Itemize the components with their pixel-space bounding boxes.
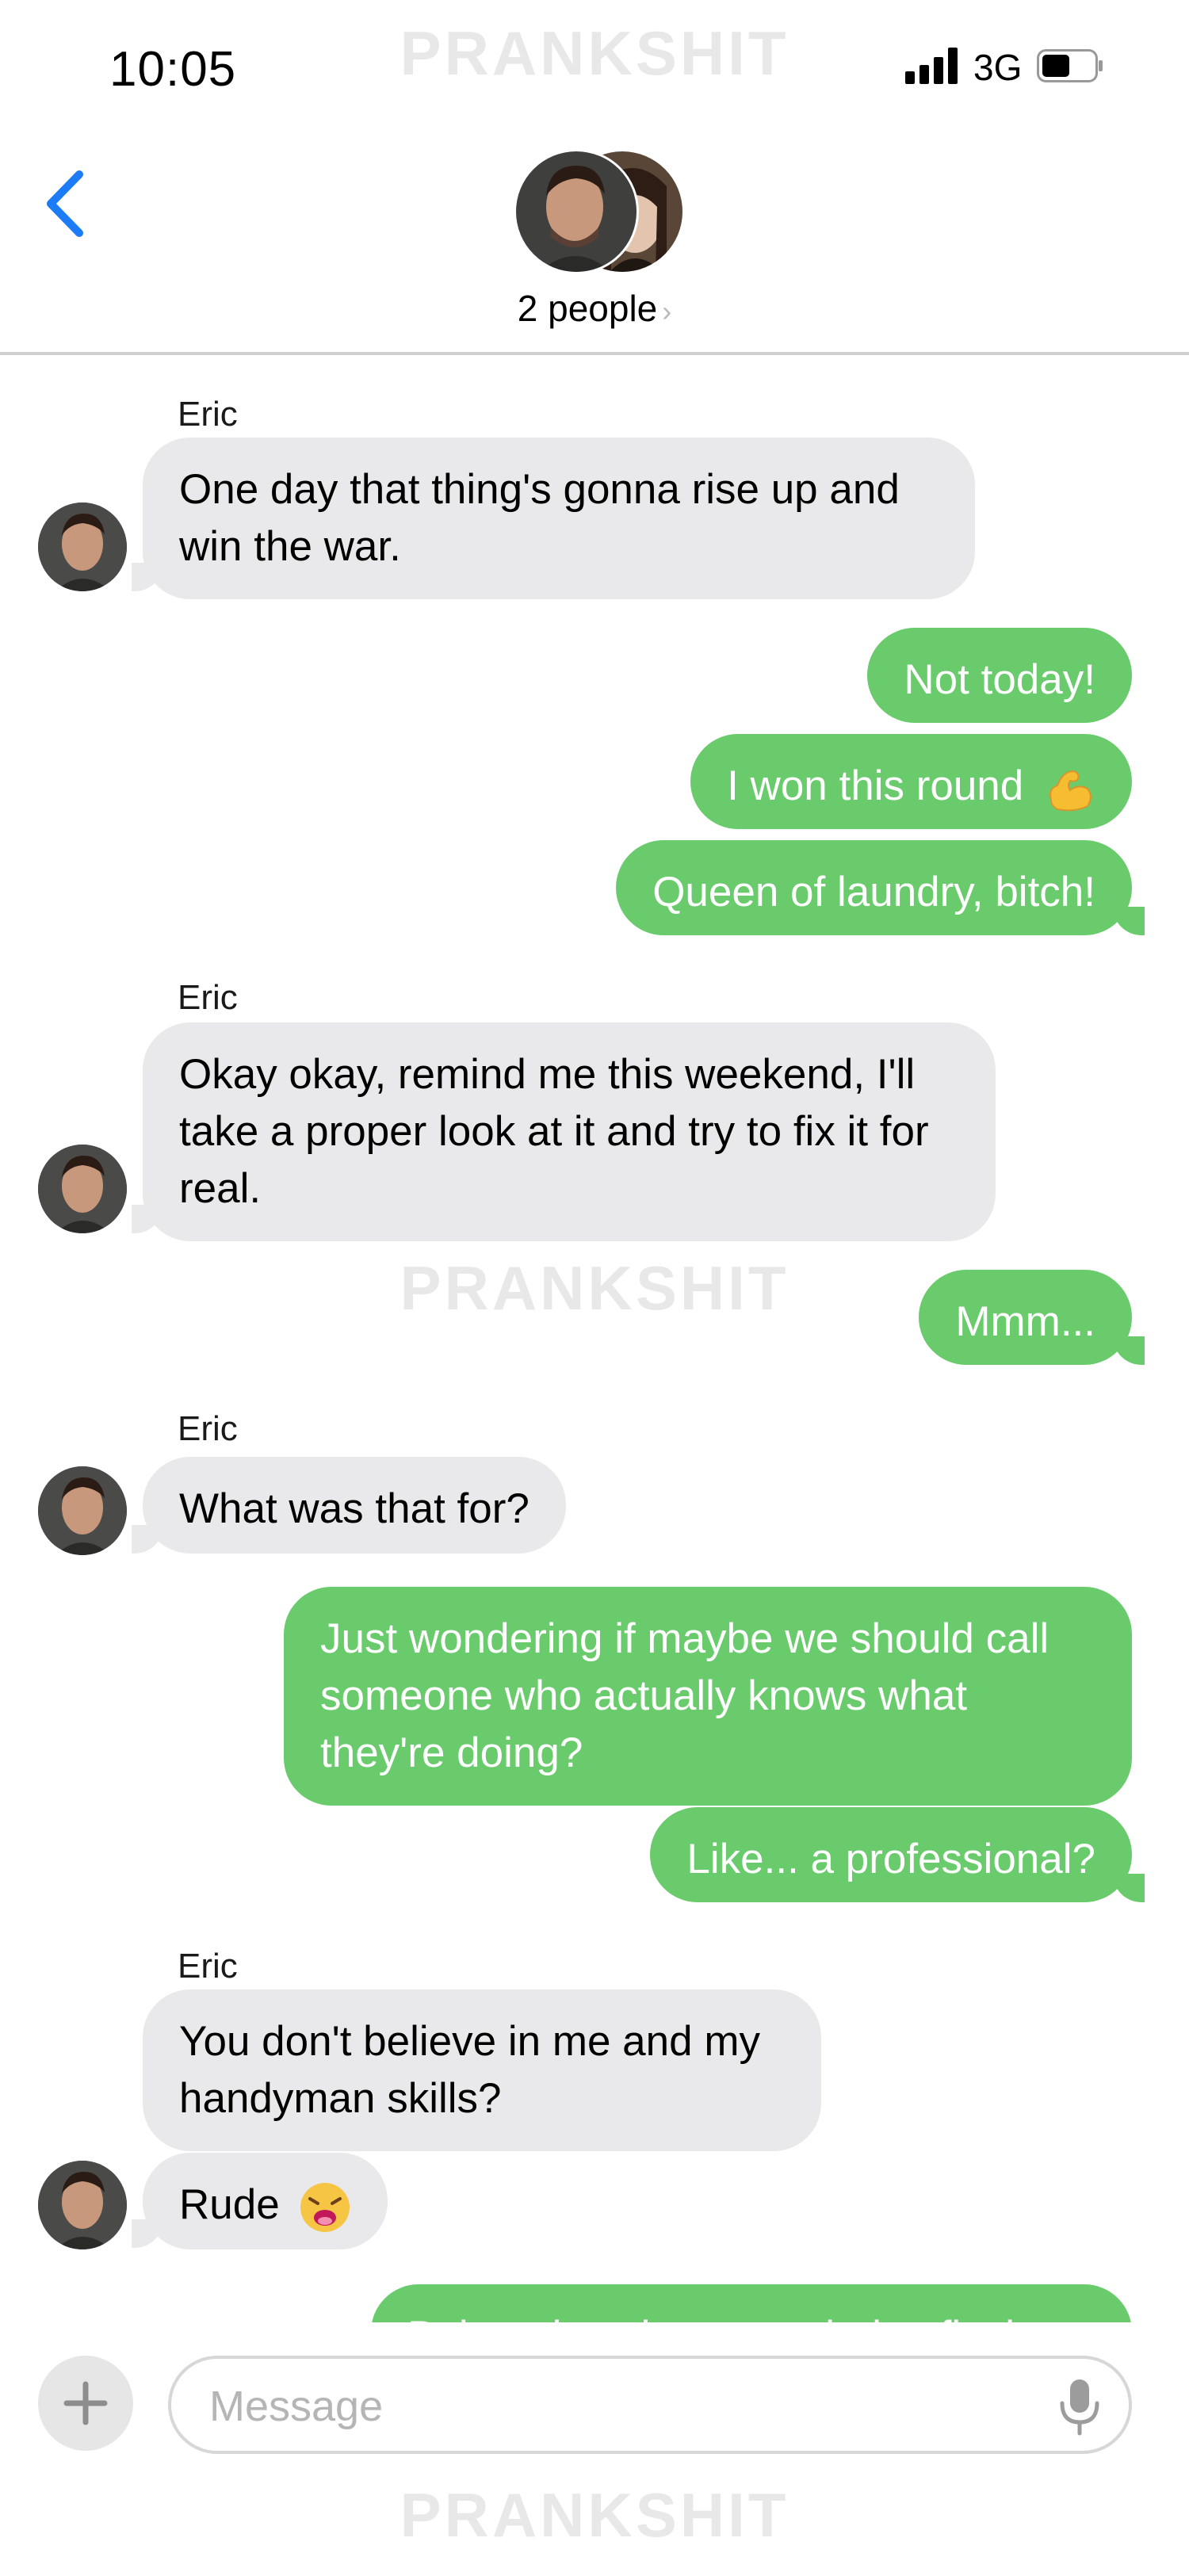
message-bubble-outgoing[interactable]: Mmm...	[919, 1270, 1132, 1365]
weary-face-emoji	[300, 2183, 350, 2232]
battery-icon	[1037, 49, 1103, 82]
sender-name: Eric	[178, 395, 238, 434]
message-line: Mmm...	[955, 1298, 1095, 1345]
message-bubble-outgoing[interactable]: I won this round	[690, 734, 1132, 829]
avatar-eric	[38, 2161, 127, 2249]
network-type: 3G	[973, 47, 1023, 88]
bubble-tail	[1113, 1336, 1145, 1365]
message-line: Not today!	[904, 656, 1095, 703]
sender-name: Eric	[178, 1409, 238, 1448]
header-divider	[0, 352, 1189, 355]
message-line: Like... a professional?	[686, 1836, 1095, 1882]
message-line: Queen of laundry, bitch!	[652, 869, 1095, 915]
bubble-tail	[132, 2219, 163, 2248]
plus-button[interactable]	[38, 2356, 133, 2451]
message-line: I won this round	[727, 762, 1024, 809]
conversation-title[interactable]: 2 people ›	[0, 287, 1189, 330]
message-bubble-outgoing[interactable]: Like... a professional?	[650, 1807, 1132, 1902]
signal-strength-icon	[905, 48, 958, 84]
bubble-tail	[132, 1525, 163, 1554]
message-line: take a proper look at it and try to fix …	[179, 1108, 929, 1155]
microphone-icon[interactable]	[1057, 2376, 1102, 2436]
message-line: handyman skills?	[179, 2075, 502, 2122]
message-line: Okay okay, remind me this weekend, I'll	[179, 1051, 916, 1098]
message-line: Just wondering if maybe we should call	[320, 1615, 1049, 1662]
message-bubble-incoming[interactable]: What was that for?	[143, 1457, 566, 1554]
back-chevron-icon[interactable]	[41, 168, 90, 239]
avatar-eric	[38, 1466, 127, 1555]
bubble-tail	[1113, 907, 1145, 935]
message-bubble-incoming[interactable]: You don't believe in me and my handyman …	[143, 1989, 821, 2151]
message-bubble-outgoing[interactable]: Just wondering if maybe we should call s…	[284, 1587, 1132, 1806]
bubble-tail	[1113, 1874, 1145, 1902]
status-bar: 10:05 PRANKSHIT 3G	[0, 0, 1189, 135]
watermark: PRANKSHIT	[400, 1253, 789, 1323]
sender-name: Eric	[178, 978, 238, 1017]
avatar-eric	[38, 503, 127, 591]
avatar-eric	[38, 1145, 127, 1233]
chevron-right-icon: ›	[662, 295, 672, 327]
message-line: someone who actually knows what	[320, 1672, 968, 1719]
message-line: Rude	[179, 2181, 280, 2228]
flexed-biceps-emoji	[1049, 770, 1092, 812]
group-avatars[interactable]	[514, 149, 685, 274]
message-line: real.	[179, 1165, 262, 1212]
message-line: You don't believe in me and my	[179, 2018, 760, 2065]
message-bubble-incoming[interactable]: Okay okay, remind me this weekend, I'll …	[143, 1022, 996, 1241]
watermark: PRANKSHIT	[400, 18, 789, 88]
message-bubble-incoming[interactable]: Rude	[143, 2153, 388, 2249]
message-line: they're doing?	[320, 1729, 583, 1776]
message-line: What was that for?	[179, 1485, 530, 1532]
message-line: win the war.	[179, 523, 401, 570]
message-bubble-outgoing[interactable]: Queen of laundry, bitch!	[616, 840, 1132, 935]
avatar-man	[514, 149, 639, 274]
message-bubble-incoming[interactable]: One day that thing's gonna rise up and w…	[143, 438, 975, 599]
status-time: 10:05	[109, 42, 237, 97]
conversation-title-text: 2 people	[517, 288, 658, 329]
message-bubble-outgoing[interactable]: Not today!	[867, 628, 1132, 723]
message-input[interactable]	[208, 2379, 1004, 2433]
plus-icon	[63, 2381, 108, 2425]
message-field[interactable]	[168, 2356, 1132, 2454]
message-line: One day that thing's gonna rise up and	[179, 466, 900, 513]
sender-name: Eric	[178, 1947, 238, 1986]
watermark: PRANKSHIT	[400, 2480, 789, 2550]
